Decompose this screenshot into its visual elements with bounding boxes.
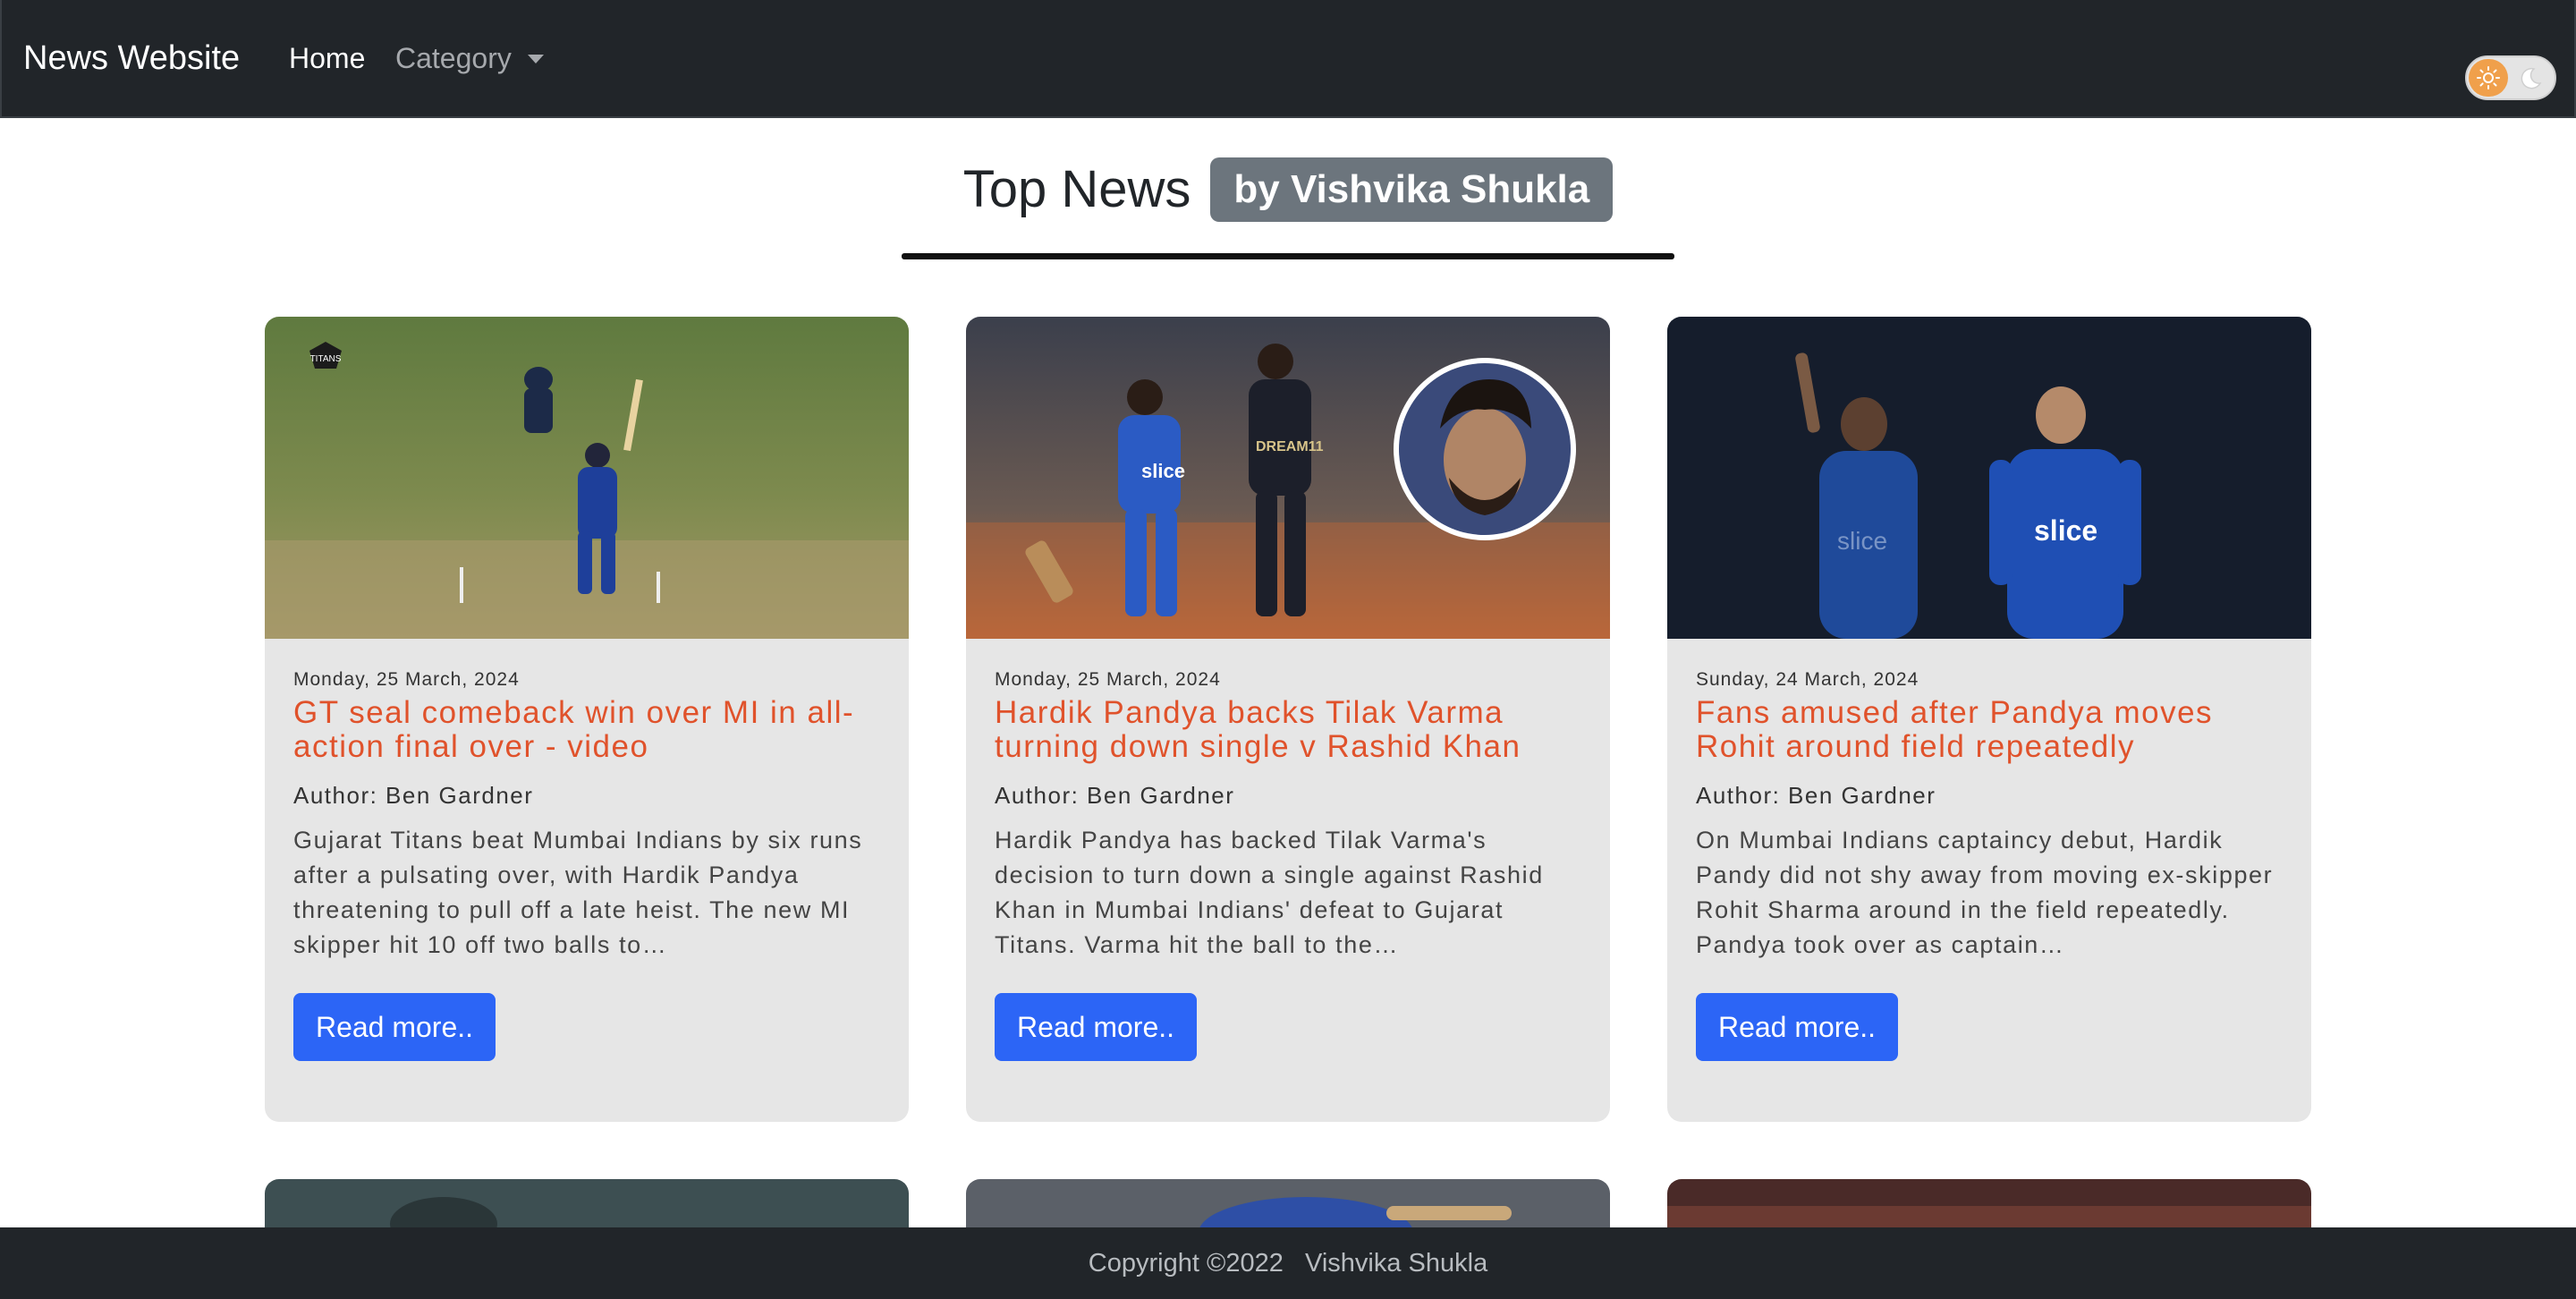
svg-text:slice: slice bbox=[1141, 460, 1185, 482]
news-description: Gujarat Titans beat Mumbai Indians by si… bbox=[293, 827, 863, 958]
moon-icon bbox=[2517, 65, 2544, 97]
svg-text:DREAM11: DREAM11 bbox=[1256, 439, 1324, 454]
svg-text:slice: slice bbox=[1837, 527, 1887, 555]
news-card: TITANS Monday, 25 March, 2024 GT seal co… bbox=[265, 317, 909, 1122]
heading-divider bbox=[902, 253, 1674, 259]
news-date: Monday, 25 March, 2024 bbox=[293, 669, 520, 690]
news-title[interactable]: Fans amused after Pandya moves Rohit aro… bbox=[1696, 696, 2286, 764]
read-more-button[interactable]: Read more.. bbox=[1696, 993, 1898, 1061]
copyright-text: Copyright ©2022 Vishvika Shukla bbox=[1088, 1249, 1488, 1278]
chevron-down-icon[interactable] bbox=[528, 55, 544, 64]
read-more-button[interactable]: Read more.. bbox=[293, 993, 496, 1061]
news-image: slice slice bbox=[1667, 317, 2311, 639]
news-description: On Mumbai Indians captaincy debut, Hardi… bbox=[1696, 827, 2274, 958]
footer: Copyright ©2022 Vishvika Shukla bbox=[0, 1227, 2576, 1299]
sun-icon bbox=[2469, 59, 2508, 97]
nav-home-link[interactable]: Home bbox=[289, 39, 365, 77]
navbar: News Website Home Category bbox=[0, 0, 2576, 118]
news-card: slice DREAM11 Monday, 25 March, 2024 Har… bbox=[966, 317, 1610, 1122]
page-title: Top News bbox=[962, 160, 1191, 218]
svg-text:TITANS: TITANS bbox=[310, 354, 342, 364]
news-card: slice slice Sunday, 24 March, 2024 Fans … bbox=[1667, 317, 2311, 1122]
news-card-partial bbox=[265, 1179, 909, 1233]
news-author: Author: Ben Gardner bbox=[1696, 782, 1936, 809]
news-description: Hardik Pandya has backed Tilak Varma's d… bbox=[995, 827, 1544, 958]
nav-category-dropdown[interactable]: Category bbox=[395, 39, 512, 77]
theme-toggle[interactable] bbox=[2465, 55, 2556, 100]
news-title[interactable]: Hardik Pandya backs Tilak Varma turning … bbox=[995, 696, 1585, 764]
brand-link[interactable]: News Website bbox=[23, 36, 240, 81]
page-heading: Top News by Vishvika Shukla bbox=[0, 157, 2576, 222]
news-author: Author: Ben Gardner bbox=[293, 782, 534, 809]
news-title[interactable]: GT seal comeback win over MI in all-acti… bbox=[293, 696, 884, 764]
news-card-partial bbox=[966, 1179, 1610, 1233]
news-card-partial bbox=[1667, 1179, 2311, 1233]
read-more-button[interactable]: Read more.. bbox=[995, 993, 1197, 1061]
author-badge: by Vishvika Shukla bbox=[1210, 157, 1614, 222]
news-image: TITANS bbox=[265, 317, 909, 639]
news-author: Author: Ben Gardner bbox=[995, 782, 1235, 809]
news-date: Sunday, 24 March, 2024 bbox=[1696, 669, 1919, 690]
news-image: slice DREAM11 bbox=[966, 317, 1610, 639]
news-date: Monday, 25 March, 2024 bbox=[995, 669, 1221, 690]
svg-text:slice: slice bbox=[2034, 514, 2097, 547]
